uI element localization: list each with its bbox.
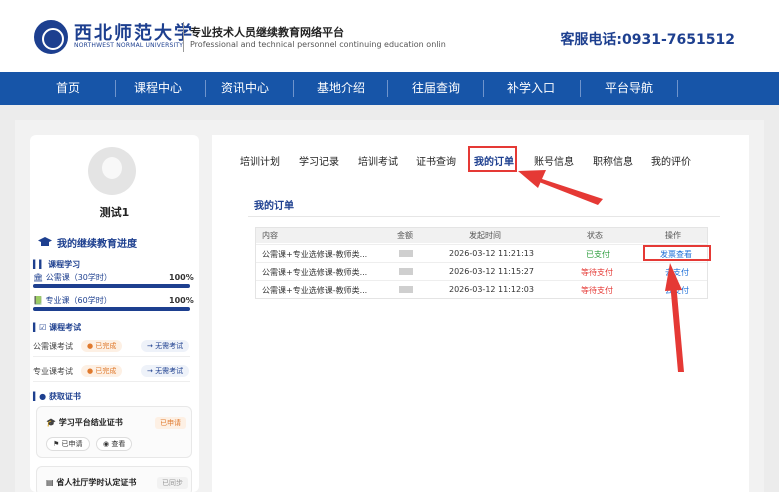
platform-title: 专业技术人员继续教育网络平台 <box>190 26 344 39</box>
course-section-title: ▍▍ 课程学习 <box>33 260 81 269</box>
pay-link[interactable]: 去支付 <box>665 267 689 278</box>
no-exam-button[interactable]: → 无需考试 <box>141 340 190 352</box>
status-badge: ● 已完成 <box>81 365 123 377</box>
public-course-label: 🏛 公需课（30学时） <box>33 273 112 282</box>
nav-item-home[interactable]: 首页 <box>28 72 108 105</box>
column-header: 内容 <box>262 231 278 240</box>
university-seal-icon[interactable] <box>34 20 68 54</box>
table-row: 公需课+专业选修课-教师类... 2026-03-12 11:15:27 等待支… <box>256 262 707 280</box>
tab-title-info[interactable]: 职称信息 <box>593 153 633 168</box>
order-time: 2026-03-12 11:12:03 <box>449 285 534 294</box>
divider <box>248 216 720 217</box>
table-row: 公需课+专业选修课-教师类... 2026-03-12 11:12:03 等待支… <box>256 280 707 298</box>
pay-link[interactable]: 去支付 <box>665 285 689 296</box>
nav-item-courses[interactable]: 课程中心 <box>118 72 198 105</box>
avatar <box>88 147 136 195</box>
nav-item-makeup[interactable]: 补学入口 <box>491 72 571 105</box>
order-content: 公需课+专业选修课-教师类... <box>262 286 368 295</box>
nav-separator <box>115 80 116 97</box>
nav-separator <box>293 80 294 97</box>
order-status: 等待支付 <box>581 268 613 277</box>
cert-applied-button[interactable]: ⚑ 已申请 <box>46 437 90 451</box>
user-name: 测试1 <box>99 206 130 219</box>
certificate-icon: 🎓 <box>46 418 56 427</box>
public-exam-label: 公需课考试 <box>33 342 73 351</box>
major-exam-label: 专业课考试 <box>33 367 73 376</box>
nav-item-news[interactable]: 资讯中心 <box>205 72 285 105</box>
no-exam-button[interactable]: → 无需考试 <box>141 365 190 377</box>
divider <box>33 356 190 357</box>
section-bar-icon: ▍▍ <box>33 260 46 269</box>
site-header: 西北师范大学 NORTHWEST NORMAL UNIVERSITY 专业技术人… <box>0 0 779 72</box>
table-header: 内容 金额 发起时间 状态 操作 <box>256 228 707 243</box>
main-panel <box>212 135 749 492</box>
public-course-progress <box>33 284 190 288</box>
hotline: 客服电话:0931-7651512 <box>560 32 735 48</box>
nav-separator <box>580 80 581 97</box>
invoice-highlight-box <box>643 245 711 261</box>
tab-training-exam[interactable]: 培训考试 <box>358 153 398 168</box>
nav-item-platform-nav[interactable]: 平台导航 <box>589 72 669 105</box>
id-card-icon: ▤ <box>46 478 54 487</box>
orders-heading: 我的订单 <box>254 201 294 212</box>
tab-study-records[interactable]: 学习记录 <box>299 153 339 168</box>
nav-separator <box>677 80 678 97</box>
public-course-progress-fill <box>33 284 190 288</box>
major-course-progress <box>33 307 190 311</box>
graduation-hat-icon <box>38 237 52 246</box>
order-content: 公需课+专业选修课-教师类... <box>262 250 368 259</box>
university-logo-en: NORTHWEST NORMAL UNIVERSITY <box>74 42 184 49</box>
major-course-progress-fill <box>33 307 190 311</box>
book-icon: 📗 <box>33 296 43 305</box>
order-time: 2026-03-12 11:21:13 <box>449 249 534 258</box>
column-header: 金额 <box>397 231 413 240</box>
cert-title: 🎓 学习平台结业证书 <box>46 418 123 427</box>
order-status: 等待支付 <box>581 286 613 295</box>
divider <box>33 381 190 382</box>
logo-divider <box>183 22 184 52</box>
exam-section-title: ▍☑ 课程考试 <box>33 323 82 332</box>
nav-separator <box>387 80 388 97</box>
tab-my-reviews[interactable]: 我的评价 <box>651 153 691 168</box>
flag-icon: ⚑ <box>53 440 60 448</box>
tab-highlight-box <box>468 146 517 172</box>
cert-status-badge: 已同步 <box>157 477 188 489</box>
column-header: 操作 <box>665 231 681 240</box>
public-course-percent: 100% <box>169 273 194 282</box>
building-icon: 🏛 <box>33 273 44 282</box>
cert-title: ▤ 省人社厅学时认定证书 <box>46 478 137 487</box>
order-content: 公需课+专业选修课-教师类... <box>262 268 368 277</box>
order-time: 2026-03-12 11:15:27 <box>449 267 534 276</box>
nav-separator <box>483 80 484 97</box>
tab-account-info[interactable]: 账号信息 <box>534 153 574 168</box>
amount-redacted <box>399 250 413 257</box>
major-course-label: 📗 专业课（60学时） <box>33 296 112 305</box>
progress-title: 我的继续教育进度 <box>57 239 137 250</box>
major-course-percent: 100% <box>169 296 194 305</box>
column-header: 状态 <box>587 231 603 240</box>
eye-icon: ◉ <box>103 440 110 448</box>
nav-item-history-query[interactable]: 往届查询 <box>396 72 476 105</box>
order-status: 已支付 <box>586 250 610 259</box>
amount-redacted <box>399 286 413 293</box>
tab-cert-query[interactable]: 证书查询 <box>416 153 456 168</box>
cert-status-badge: 已申请 <box>155 417 186 429</box>
nav-item-base-intro[interactable]: 基地介绍 <box>301 72 381 105</box>
amount-redacted <box>399 268 413 275</box>
dot-icon: ▍● <box>33 392 47 401</box>
platform-subtitle: Professional and technical personnel con… <box>190 40 446 49</box>
orders-table: 内容 金额 发起时间 状态 操作 公需课+专业选修课-教师类... 2026-0… <box>255 227 708 299</box>
status-badge: ● 已完成 <box>81 340 123 352</box>
tab-training-plan[interactable]: 培训计划 <box>240 153 280 168</box>
column-header: 发起时间 <box>469 231 501 240</box>
cert-view-button[interactable]: ◉ 查看 <box>96 437 133 451</box>
cert-section-title: ▍● 获取证书 <box>33 392 81 401</box>
checkbox-icon: ▍☑ <box>33 323 47 332</box>
table-row: 公需课+专业选修课-教师类... 2026-03-12 11:21:13 已支付… <box>256 244 707 262</box>
main-nav: 首页 课程中心 资讯中心 基地介绍 往届查询 补学入口 平台导航 <box>0 72 779 105</box>
